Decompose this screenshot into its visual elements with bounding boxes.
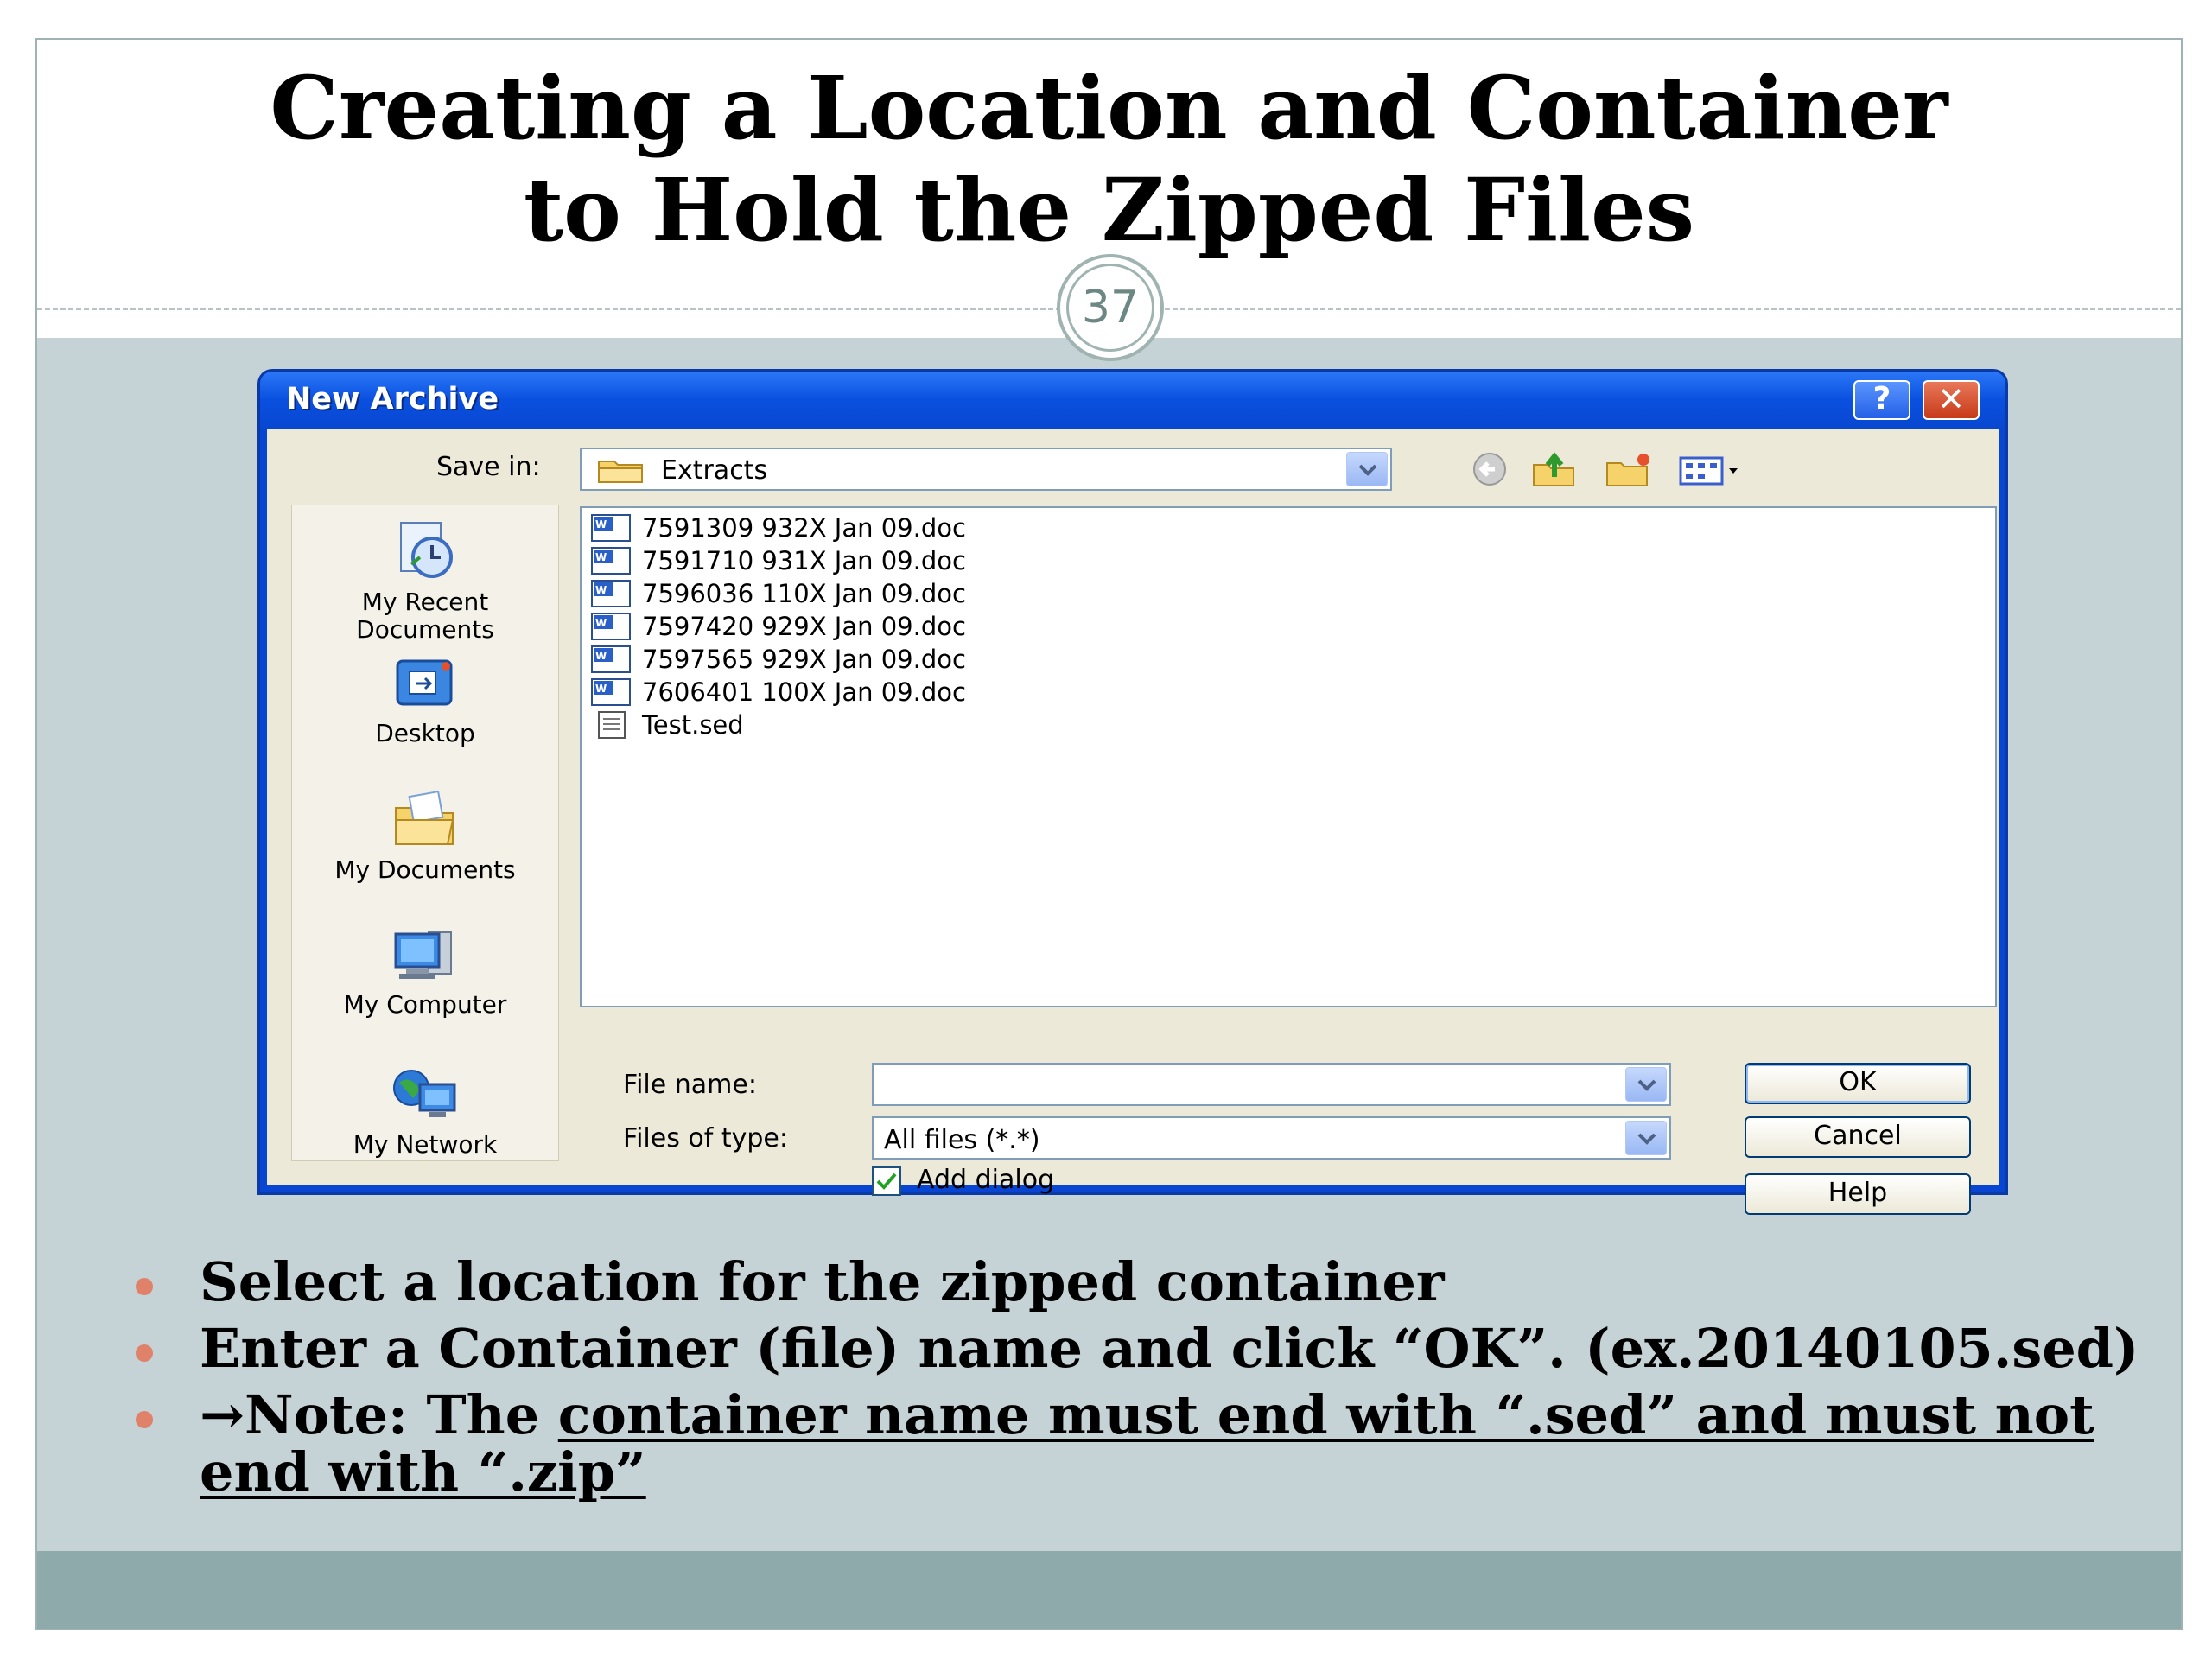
bullet-item: →Note: The container name must end with … — [124, 1387, 2163, 1501]
svg-text:W: W — [595, 617, 607, 629]
svg-text:W: W — [595, 584, 607, 596]
place-my-network[interactable]: My Network — [292, 1065, 558, 1159]
bullet-item: Enter a Container (file) name and click … — [124, 1320, 2163, 1377]
place-desktop[interactable]: Desktop — [292, 654, 558, 747]
text-file-icon — [598, 711, 626, 739]
word-document-icon: W — [591, 514, 631, 542]
chevron-down-icon — [1637, 1133, 1656, 1145]
chevron-down-icon — [1358, 464, 1377, 476]
bullet-text: Select a location for the zipped contain… — [200, 1250, 1445, 1313]
file-name-dropdown-arrow[interactable] — [1625, 1067, 1667, 1102]
file-name-combo[interactable] — [872, 1063, 1671, 1106]
slide-title-line-2: to Hold the Zipped Files — [523, 159, 1695, 261]
my-documents-icon — [395, 790, 454, 845]
word-document-icon: W — [591, 678, 631, 706]
view-menu-icon[interactable] — [1675, 448, 1748, 491]
back-icon[interactable] — [1464, 448, 1516, 491]
recent-documents-icon — [400, 522, 453, 578]
my-computer-icon — [394, 931, 452, 979]
files-of-type-label: Files of type: — [623, 1123, 788, 1154]
place-my-documents[interactable]: My Documents — [292, 785, 558, 884]
svg-text:W: W — [595, 551, 607, 563]
new-archive-dialog: New Archive ? ✕ Save in: Extracts My Rec… — [260, 372, 2005, 1215]
page-number-badge: 37 — [1057, 254, 1164, 361]
place-my-computer[interactable]: My Computer — [292, 925, 558, 1019]
save-in-dropdown[interactable]: Extracts — [580, 448, 1392, 491]
place-label: Documents — [356, 615, 494, 644]
save-in-label: Save in: — [436, 452, 541, 482]
new-folder-icon[interactable] — [1602, 448, 1654, 491]
bullet-text-prefix: →Note: The — [200, 1383, 558, 1446]
word-document-icon: W — [591, 580, 631, 607]
bullet-list: Select a location for the zipped contain… — [124, 1254, 2163, 1510]
file-name: 7597420 929X Jan 09.doc — [642, 612, 966, 641]
file-name: 7606401 100X Jan 09.doc — [642, 677, 966, 707]
file-name: 7591710 931X Jan 09.doc — [642, 546, 966, 575]
chevron-down-icon — [1637, 1079, 1656, 1091]
word-document-icon: W — [591, 645, 631, 673]
up-one-level-icon[interactable] — [1529, 448, 1580, 491]
my-network-icon — [393, 1070, 456, 1117]
file-name: 7596036 110X Jan 09.doc — [642, 579, 966, 608]
word-document-icon: W — [591, 613, 631, 640]
svg-text:W: W — [595, 683, 607, 695]
cancel-button[interactable]: Cancel — [1745, 1116, 1971, 1158]
slide-title-line-1: Creating a Location and Container — [270, 57, 1948, 159]
check-icon — [876, 1173, 897, 1190]
save-in-dropdown-arrow[interactable] — [1346, 452, 1388, 486]
save-in-value: Extracts — [661, 455, 768, 486]
ok-button[interactable]: OK — [1745, 1063, 1971, 1104]
places-bar: My Recent Documents Desktop My Documents… — [291, 505, 559, 1161]
file-name-label: File name: — [623, 1070, 757, 1100]
dialog-title: New Archive — [286, 382, 499, 416]
dialog-body: Save in: Extracts My Recent Documents De… — [267, 429, 1999, 1215]
files-of-type-dropdown-arrow[interactable] — [1625, 1121, 1667, 1155]
file-name: 7591309 932X Jan 09.doc — [642, 513, 966, 543]
file-name: 7597565 929X Jan 09.doc — [642, 645, 966, 674]
folder-icon — [598, 461, 643, 483]
add-dialog-label: Add dialog — [917, 1165, 1055, 1195]
place-my-recent-documents[interactable]: My Recent Documents — [292, 514, 558, 644]
slide-title: Creating a Location and Container to Hol… — [37, 57, 2181, 261]
dialog-titlebar[interactable]: New Archive ? ✕ — [260, 372, 2005, 429]
file-name-input[interactable] — [880, 1070, 1589, 1099]
svg-text:W: W — [595, 650, 607, 662]
slide: Creating a Location and Container to Hol… — [35, 38, 2183, 1630]
titlebar-help-button[interactable]: ? — [1853, 380, 1910, 420]
file-name: Test.sed — [642, 710, 744, 740]
bullet-text: Enter a Container (file) name and click … — [200, 1317, 2139, 1380]
place-label: Desktop — [375, 719, 475, 747]
place-label: My Network — [353, 1130, 498, 1159]
word-document-icon: W — [591, 547, 631, 575]
files-of-type-value: All files (*.*) — [884, 1125, 1040, 1155]
svg-text:W: W — [595, 518, 607, 531]
file-list[interactable]: W 7591309 932X Jan 09.doc W 7591710 931X J… — [580, 506, 1997, 1007]
titlebar-close-button[interactable]: ✕ — [1923, 380, 1980, 420]
place-label: My Recent — [361, 588, 489, 616]
desktop-icon — [396, 659, 453, 706]
bullet-item: Select a location for the zipped contain… — [124, 1254, 2163, 1311]
place-label: My Documents — [334, 855, 516, 884]
footer-bar — [37, 1551, 2181, 1629]
page-number: 37 — [1066, 264, 1154, 352]
place-label: My Computer — [343, 990, 507, 1019]
add-dialog-checkbox[interactable] — [872, 1166, 901, 1196]
help-button[interactable]: Help — [1745, 1173, 1971, 1215]
files-of-type-dropdown[interactable]: All files (*.*) — [872, 1116, 1671, 1160]
